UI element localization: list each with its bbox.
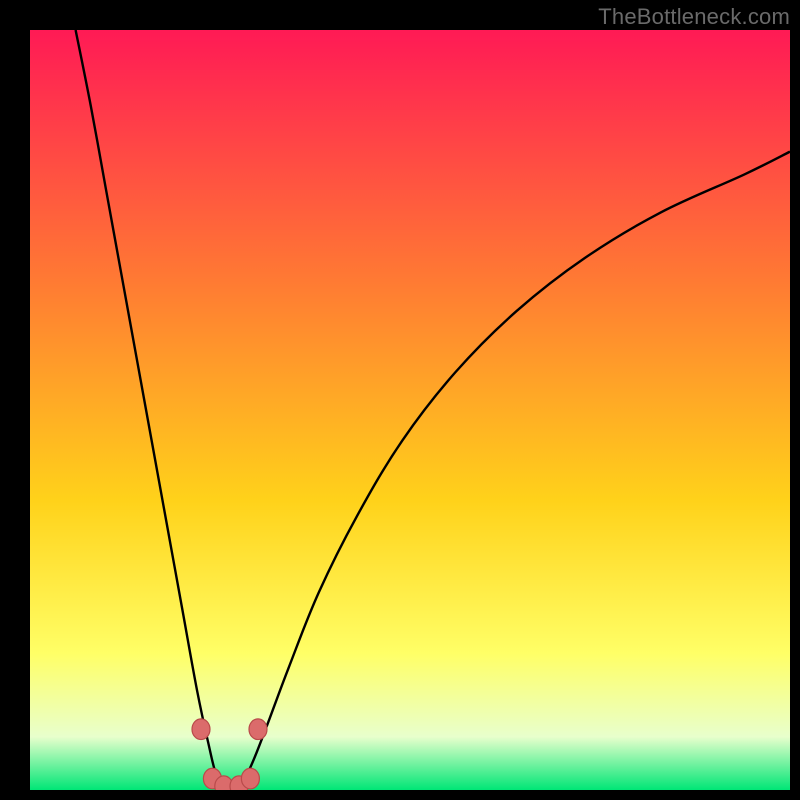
optimal-dot bbox=[249, 719, 267, 740]
gradient-background bbox=[30, 30, 790, 790]
bottleneck-chart bbox=[30, 30, 790, 790]
watermark-text: TheBottleneck.com bbox=[598, 4, 790, 30]
optimal-dot bbox=[192, 719, 210, 740]
optimal-dot bbox=[241, 768, 259, 789]
plot-area bbox=[30, 30, 790, 790]
chart-stage: TheBottleneck.com bbox=[0, 0, 800, 800]
